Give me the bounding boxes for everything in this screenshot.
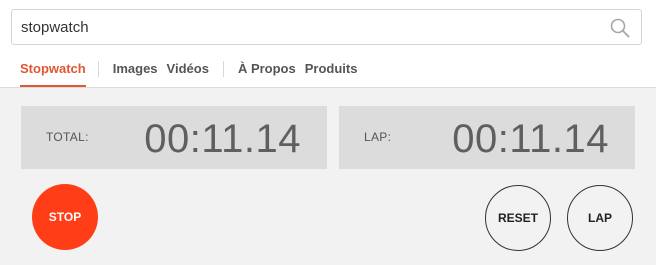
tab-a-propos[interactable]: À Propos	[238, 55, 296, 87]
reset-button[interactable]: RESET	[485, 185, 551, 251]
reset-button-label: RESET	[497, 211, 538, 225]
search-input[interactable]	[12, 10, 592, 44]
lap-time-display: 00:11.14	[452, 117, 609, 161]
lap-button-label: LAP	[588, 211, 612, 225]
search-tabs: Stopwatch Images Vidéos À Propos Produit…	[20, 55, 357, 87]
total-time-panel: TOTAL: 00:11.14	[21, 106, 327, 169]
total-time-display: 00:11.14	[144, 117, 301, 161]
magnifier-icon	[610, 18, 630, 38]
tab-videos[interactable]: Vidéos	[167, 55, 209, 87]
lap-button[interactable]: LAP	[567, 185, 633, 251]
lap-label: LAP:	[364, 130, 392, 144]
tab-divider	[97, 61, 99, 77]
total-label: TOTAL:	[46, 130, 89, 144]
tab-stopwatch[interactable]: Stopwatch	[20, 55, 86, 87]
lap-time-panel: LAP: 00:11.14	[339, 106, 635, 169]
stop-button[interactable]: STOP	[32, 184, 98, 250]
stopwatch-module: TOTAL: 00:11.14 LAP: 00:11.14 STOP RESET…	[0, 87, 656, 265]
search-button[interactable]	[609, 17, 631, 39]
search-box	[11, 9, 642, 45]
tab-produits[interactable]: Produits	[305, 55, 358, 87]
tab-images[interactable]: Images	[113, 55, 158, 87]
stop-button-label: STOP	[48, 210, 82, 224]
tab-divider	[222, 61, 224, 77]
